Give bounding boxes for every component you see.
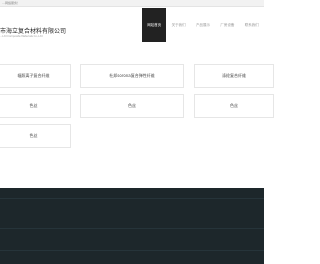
nav-item-equipment[interactable]: 厂房设备 bbox=[215, 8, 239, 42]
company-subtitle: …Ltd Composite Materials Co.,Ltd bbox=[0, 35, 43, 38]
nav-item-home[interactable]: 网站首页 bbox=[142, 8, 167, 42]
footer bbox=[0, 188, 264, 264]
top-bar-text: …网络服务！ bbox=[2, 1, 21, 5]
nav-item-about[interactable]: 关于我们 bbox=[166, 8, 190, 42]
nav-item-contact[interactable]: 联系我们 bbox=[240, 8, 264, 42]
product-card[interactable]: 涤纶复合纤维 bbox=[194, 64, 274, 88]
product-card[interactable]: 色丝 bbox=[80, 94, 184, 118]
footer-divider bbox=[0, 250, 264, 251]
top-bar: …网络服务！ bbox=[0, 0, 264, 7]
company-name: 市海立复合材料有限公司 bbox=[0, 28, 67, 35]
nav-item-products[interactable]: 产品展示 bbox=[191, 8, 215, 42]
main-nav: 网站首页 关于我们 产品展示 厂房设备 联系我们 bbox=[142, 8, 264, 42]
product-card[interactable]: 色丝 bbox=[194, 94, 274, 118]
footer-divider bbox=[0, 198, 264, 199]
product-card[interactable]: 辐照离子复合纤维 bbox=[0, 64, 71, 88]
product-card[interactable]: 色丝 bbox=[0, 124, 71, 148]
product-card[interactable]: 杜邦sorona复合弹性纤维 bbox=[80, 64, 184, 88]
footer-divider bbox=[0, 228, 264, 229]
product-card[interactable]: 色丝 bbox=[0, 94, 71, 118]
